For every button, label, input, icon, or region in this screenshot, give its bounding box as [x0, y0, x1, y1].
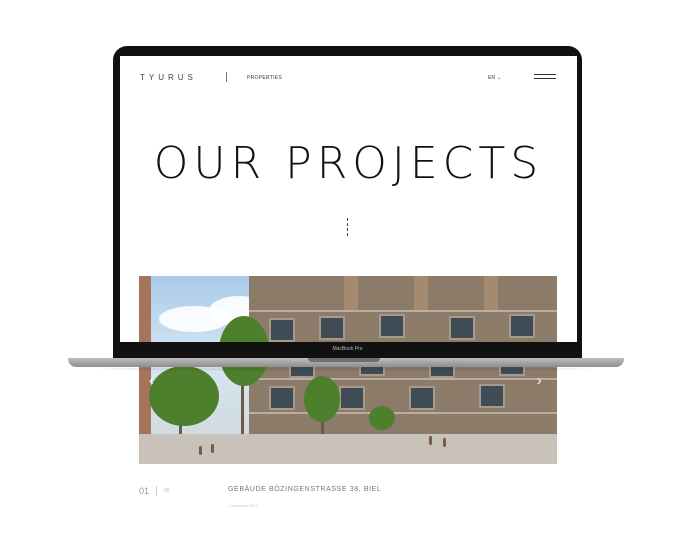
- language-label: EN: [488, 75, 495, 81]
- device-label: MacBook Pro: [332, 346, 363, 352]
- carousel-prev-icon[interactable]: ‹: [149, 372, 154, 388]
- laptop-bezel-bottom: MacBook Pro: [113, 342, 582, 358]
- counter-divider: [156, 486, 157, 496]
- nav-divider: [226, 72, 227, 82]
- laptop-notch: [308, 358, 380, 362]
- project-meta: Completed 2021: [228, 503, 258, 508]
- nav-link-properties[interactable]: PROPERTIES: [247, 75, 282, 81]
- scroll-indicator: [347, 218, 349, 236]
- hamburger-menu-icon[interactable]: [534, 74, 556, 80]
- laptop-shadow: [100, 367, 590, 371]
- slide-counter-total: 05: [164, 488, 170, 494]
- project-name[interactable]: GEBÄUDE BÖZINGENSTRASSE 38, BIEL: [228, 486, 381, 493]
- chevron-down-icon: ⌄: [496, 75, 502, 81]
- brand-logo[interactable]: TYURUS: [140, 73, 197, 82]
- page-title: OUR PROJECTS: [153, 138, 544, 189]
- carousel-next-icon[interactable]: ›: [537, 372, 542, 388]
- language-selector[interactable]: EN ⌄: [488, 75, 501, 81]
- slide-counter-current: 01: [139, 486, 150, 496]
